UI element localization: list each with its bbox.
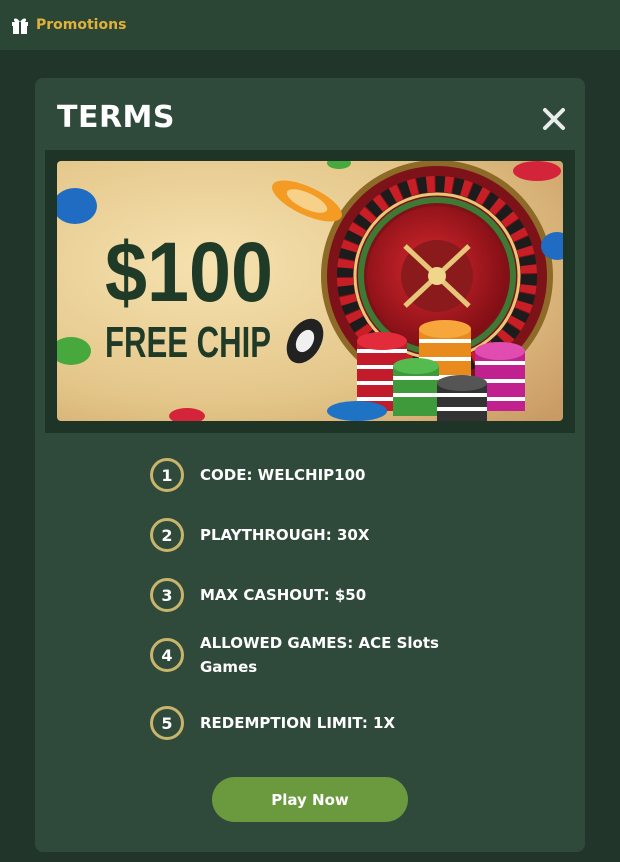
term-item: 3 MAX CASHOUT: $50	[150, 578, 440, 612]
top-bar: Promotions	[0, 0, 620, 50]
term-number-badge: 4	[150, 638, 184, 672]
term-number-badge: 1	[150, 458, 184, 492]
term-item: 2 PLAYTHROUGH: 30X	[150, 518, 440, 552]
term-item: 4 ALLOWED GAMES: ACE Slots Games	[150, 631, 440, 679]
term-text: MAX CASHOUT: $50	[200, 586, 367, 604]
term-text: ALLOWED GAMES: ACE Slots Games	[200, 634, 439, 676]
banner-amount: $100	[105, 225, 273, 319]
promotions-link[interactable]: Promotions	[36, 17, 126, 33]
banner-subtitle: FREE CHIP	[105, 318, 271, 367]
terms-modal: TERMS $100 FREE CHIP 1 CODE: WELCHIP100 …	[35, 78, 585, 852]
term-text: CODE: WELCHIP100	[200, 466, 366, 484]
term-number-badge: 5	[150, 706, 184, 740]
term-item: 5 REDEMPTION LIMIT: 1X	[150, 706, 440, 740]
close-icon[interactable]	[541, 106, 567, 132]
gift-icon[interactable]	[10, 15, 30, 35]
modal-title: TERMS	[57, 100, 176, 135]
promo-banner: $100 FREE CHIP	[57, 161, 563, 421]
promo-banner-frame: $100 FREE CHIP	[45, 150, 575, 433]
term-text: REDEMPTION LIMIT: 1X	[200, 714, 396, 732]
term-text: PLAYTHROUGH: 30X	[200, 526, 370, 544]
term-item: 1 CODE: WELCHIP100	[150, 458, 440, 492]
term-number-badge: 3	[150, 578, 184, 612]
term-number-badge: 2	[150, 518, 184, 552]
play-now-button[interactable]: Play Now	[212, 777, 408, 822]
